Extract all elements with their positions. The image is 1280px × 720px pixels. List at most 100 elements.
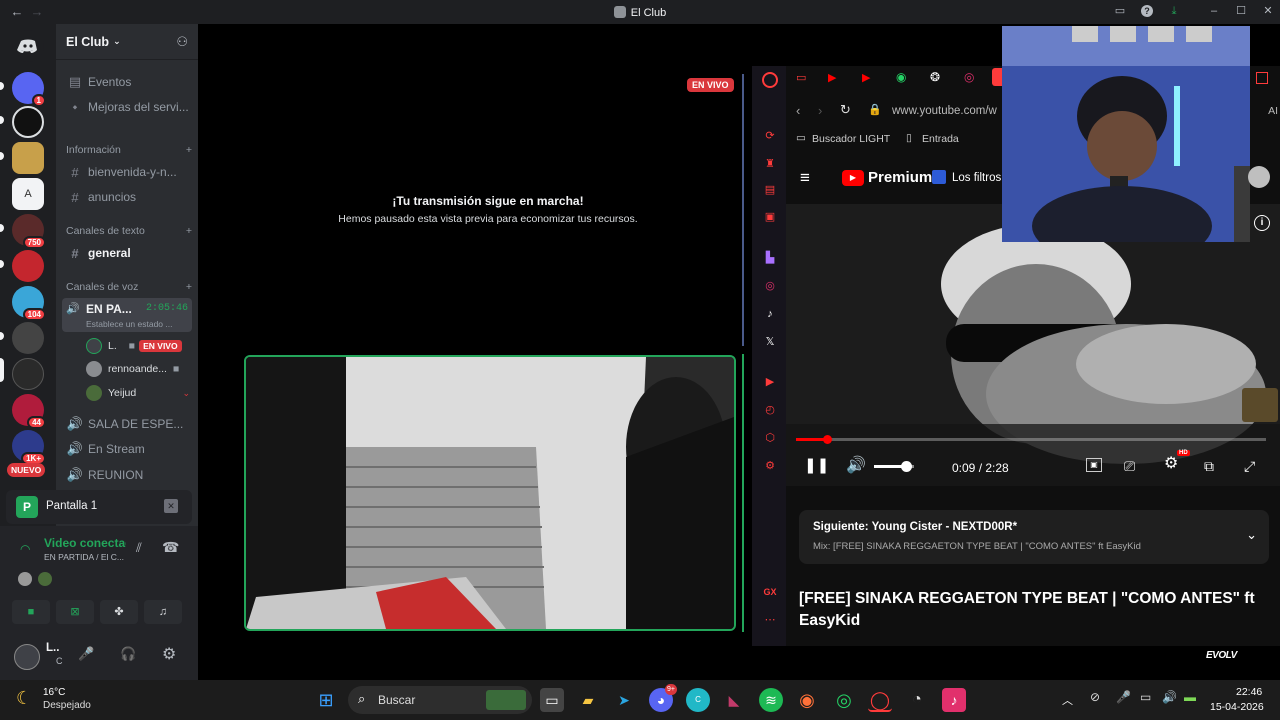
firefox-icon[interactable]: ◉ <box>795 688 819 712</box>
twitch-icon[interactable]: ▙ <box>762 250 778 266</box>
server-avatar-8[interactable] <box>12 322 44 354</box>
tiktok-icon[interactable]: ♪ <box>942 688 966 712</box>
url-field[interactable]: www.youtube.com/w <box>892 105 997 117</box>
server-avatar-9[interactable] <box>12 358 44 390</box>
bookmark-entrada[interactable]: Entrada <box>922 133 959 145</box>
server-avatar-11[interactable]: 1K+ <box>12 430 46 465</box>
channel-announcements[interactable]: # anuncios <box>66 186 192 208</box>
spotify-icon[interactable]: ≋ <box>759 688 783 712</box>
voice-user-3[interactable]: Yeijud ⌄ <box>86 383 192 403</box>
settings-icon[interactable]: ⚙ <box>1164 454 1178 474</box>
close-stream-icon[interactable]: ✕ <box>164 499 178 513</box>
account-avatar[interactable] <box>1248 166 1270 188</box>
youtube-logo-icon[interactable]: ▶ <box>842 170 864 186</box>
soundboard-button[interactable]: ♫ <box>144 600 182 624</box>
battery-icon[interactable]: ▬ <box>1184 690 1196 704</box>
bookmark-buscador[interactable]: Buscador LIGHT <box>812 133 890 145</box>
inbox-icon[interactable]: ▭ <box>1114 5 1126 17</box>
search-box[interactable]: ⌕ Buscar <box>348 686 532 714</box>
channel-boosts[interactable]: ⬩ Mejoras del servi... <box>66 96 192 118</box>
file-explorer-icon[interactable]: ▰ <box>576 688 600 712</box>
youtube-icon[interactable]: ▶ <box>862 71 870 84</box>
clock-time[interactable]: 22:46 <box>1236 686 1262 698</box>
menu-icon[interactable]: ≡ <box>800 168 810 188</box>
close-icon[interactable]: ✕ <box>1262 5 1274 17</box>
discord-home-icon[interactable] <box>12 30 44 62</box>
subtitles-icon[interactable]: ⎚ <box>1124 456 1135 476</box>
clock-date[interactable]: 15-04-2026 <box>1210 701 1264 713</box>
miniplayer-icon[interactable]: ⧉ <box>1204 456 1214 476</box>
controller-icon[interactable]: ♜ <box>762 156 778 172</box>
noise-suppression-icon[interactable]: ⫽ <box>136 540 142 556</box>
refresh-icon[interactable]: ⟳ <box>762 128 778 144</box>
discord-taskbar-icon[interactable]: ◕ 9+ <box>649 684 677 712</box>
progress-scrubber[interactable] <box>822 435 832 444</box>
x-icon[interactable]: 𝕏 <box>762 334 778 350</box>
windows-start-icon[interactable]: ⊞ <box>314 688 338 712</box>
activities-button[interactable]: ✤ <box>100 600 138 624</box>
whatsapp-icon[interactable]: ◉ <box>896 70 906 84</box>
telegram-icon[interactable]: ➤ <box>612 688 636 712</box>
category-voice[interactable]: Canales de voz + <box>66 281 192 293</box>
filter-icon[interactable] <box>932 170 946 184</box>
obs-icon[interactable]: ◔ <box>905 688 929 712</box>
forward-arrow-icon[interactable]: › <box>818 103 822 118</box>
server-avatar-5[interactable]: 750 <box>12 214 46 249</box>
download-icon[interactable]: ⤓ <box>1168 5 1180 17</box>
add-channel-icon[interactable]: + <box>186 281 192 293</box>
news-icon[interactable]: ▤ <box>762 182 778 198</box>
fullscreen-icon[interactable]: ⤢ <box>1244 456 1255 476</box>
disconnect-icon[interactable]: ☎ <box>162 539 179 556</box>
channel-welcome[interactable]: # bienvenida-y-n... <box>66 161 192 183</box>
settings-icon[interactable]: ⚙ <box>762 458 778 474</box>
chevron-up-icon[interactable]: ︿ <box>1062 692 1073 708</box>
server-avatar-10[interactable]: 44 <box>12 394 46 429</box>
play-icon[interactable]: ▶ <box>762 374 778 390</box>
extensions-icon[interactable]: ⬡ <box>762 430 778 446</box>
instagram-icon[interactable]: ◎ <box>762 278 778 294</box>
server-avatar-4[interactable]: A <box>12 178 44 210</box>
app-icon[interactable]: ◣ <box>722 688 746 712</box>
info-icon[interactable]: i <box>1254 215 1270 231</box>
server-avatar-1[interactable]: 1 <box>12 72 46 107</box>
gx-label[interactable]: GX <box>762 584 778 600</box>
pause-icon[interactable]: ❚❚ <box>804 456 829 476</box>
server-crown-icon[interactable] <box>12 142 44 174</box>
help-icon[interactable]: ? <box>1141 5 1153 17</box>
opera-menu-icon[interactable] <box>1256 72 1268 84</box>
more-icon[interactable]: ⋯ <box>762 612 778 628</box>
ai-button[interactable]: AI <box>1268 105 1278 117</box>
headphones-icon[interactable]: 🎧 <box>120 646 136 662</box>
network-icon[interactable]: ▭ <box>1140 690 1151 704</box>
game-icon[interactable]: ▭ <box>796 71 806 84</box>
user-avatar[interactable] <box>14 644 40 670</box>
stop-stream-button[interactable]: ⊠ <box>56 600 94 624</box>
voice-user-1[interactable]: L. ■ EN VIVO <box>86 336 192 356</box>
microphone-icon[interactable]: 🎤 <box>78 646 94 662</box>
thumbnail[interactable] <box>1242 388 1278 422</box>
chatgpt-icon[interactable]: ❂ <box>930 70 940 84</box>
server-avatar-6[interactable] <box>12 250 44 282</box>
back-arrow-icon[interactable]: ‹ <box>796 103 800 118</box>
volume-icon[interactable]: 🔊 <box>1162 690 1177 704</box>
chevron-down-icon[interactable]: ⌄ <box>1246 527 1257 543</box>
history-icon[interactable]: ◴ <box>762 402 778 418</box>
opera-gx-icon[interactable]: ◯ <box>868 688 892 712</box>
reload-icon[interactable]: ↻ <box>840 102 851 118</box>
channel-stream[interactable]: 🔊 En Stream <box>66 438 192 460</box>
progress-track[interactable] <box>796 435 1266 444</box>
next-up-card[interactable]: Siguiente: Young Cister - NEXTD00R* Mix:… <box>799 510 1269 564</box>
channel-general[interactable]: # general <box>66 242 192 264</box>
webcam-stream-tile[interactable] <box>244 355 736 631</box>
filter-badge-icon[interactable]: ▣ <box>1086 458 1102 472</box>
youtube-icon[interactable]: ▶ <box>828 71 836 84</box>
microphone-icon[interactable]: 🎤 <box>1116 690 1131 704</box>
task-view-icon[interactable]: ▭ <box>540 688 564 712</box>
add-channel-icon[interactable]: + <box>186 225 192 237</box>
add-channel-icon[interactable]: + <box>186 144 192 156</box>
channel-meeting[interactable]: 🔊 REUNION <box>66 464 192 486</box>
category-text[interactable]: Canales de texto + <box>66 225 192 237</box>
channel-waiting-room[interactable]: 🔊 SALA DE ESPE... <box>66 413 192 435</box>
volume-knob[interactable] <box>901 461 912 472</box>
voice-user-2[interactable]: rennoande... ■ <box>86 359 192 379</box>
